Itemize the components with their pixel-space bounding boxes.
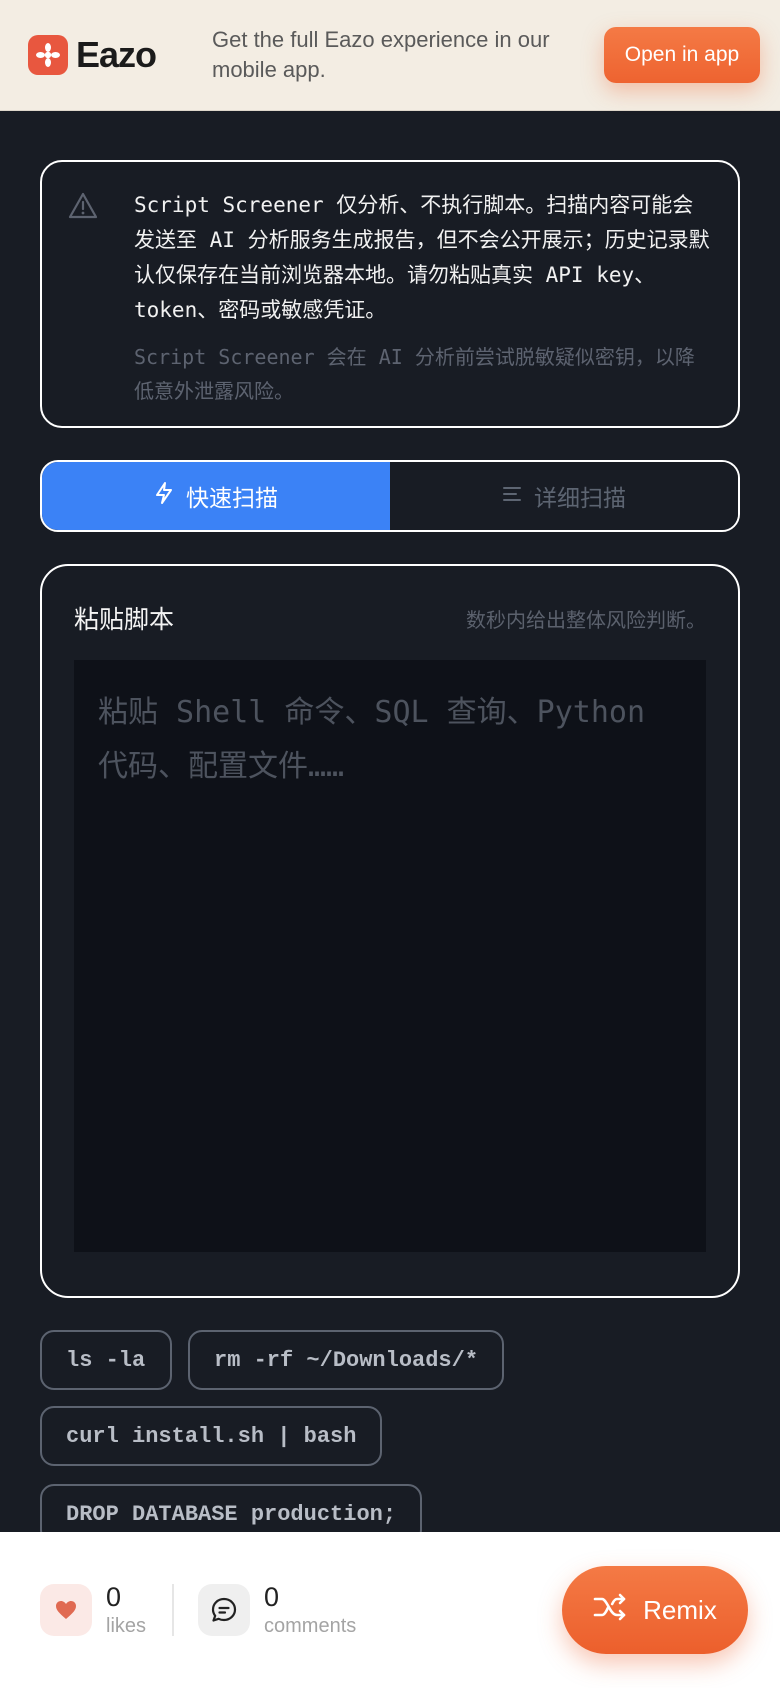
brand-logo[interactable]: Eazo — [28, 34, 192, 76]
panel-title: 粘贴脚本 — [74, 605, 175, 634]
app-promo-banner: Eazo Get the full Eazo experience in our… — [0, 0, 780, 111]
scan-mode-tabs: 快速扫描 详细扫描 — [40, 460, 740, 532]
comments-stat[interactable]: 0 comments — [198, 1581, 356, 1639]
likes-stat[interactable]: 0 likes — [40, 1581, 146, 1639]
remix-button[interactable]: Remix — [562, 1566, 748, 1654]
banner-message: Get the full Eazo experience in our mobi… — [212, 27, 550, 82]
heart-icon[interactable] — [40, 1584, 92, 1636]
example-chip[interactable]: rm -rf ~/Downloads/* — [188, 1330, 504, 1390]
likes-label: likes — [106, 1615, 147, 1637]
tab-detailed-scan-label: 详细扫描 — [534, 486, 626, 512]
notice-sub-text: Script Screener 会在 AI 分析前尝试脱敏疑似密钥，以降低意外泄… — [134, 345, 695, 403]
tab-quick-scan-label: 快速扫描 — [186, 486, 278, 512]
eazo-logo-icon — [28, 35, 68, 75]
bottom-action-bar: 0 likes 0 comments Remix — [0, 1532, 780, 1688]
open-in-app-button[interactable]: Open in app — [604, 27, 760, 83]
lightning-icon — [154, 481, 174, 511]
comments-label: comments — [264, 1615, 357, 1637]
example-chip[interactable]: ls -la — [40, 1330, 172, 1390]
comment-icon[interactable] — [198, 1584, 251, 1636]
example-chip[interactable]: curl install.sh | bash — [40, 1406, 382, 1466]
tab-detailed-scan[interactable]: 详细扫描 — [390, 462, 738, 530]
likes-count: 0 — [106, 1582, 122, 1612]
divider — [172, 1584, 175, 1636]
privacy-notice: Script Screener 仅分析、不执行脚本。扫描内容可能会发送至 AI … — [40, 160, 740, 428]
script-input[interactable] — [74, 660, 706, 1252]
tab-quick-scan[interactable]: 快速扫描 — [42, 462, 390, 530]
notice-main-text: Script Screener 仅分析、不执行脚本。扫描内容可能会发送至 AI … — [134, 193, 710, 322]
script-input-panel: 粘贴脚本 数秒内给出整体风险判断。 — [40, 564, 740, 1298]
remix-label: Remix — [643, 1594, 717, 1625]
panel-hint: 数秒内给出整体风险判断。 — [466, 607, 706, 632]
comments-count: 0 — [264, 1582, 280, 1612]
warning-triangle-icon — [68, 188, 112, 426]
shuffle-icon — [593, 1592, 627, 1629]
brand-name: Eazo — [76, 34, 157, 75]
list-icon — [502, 483, 522, 509]
